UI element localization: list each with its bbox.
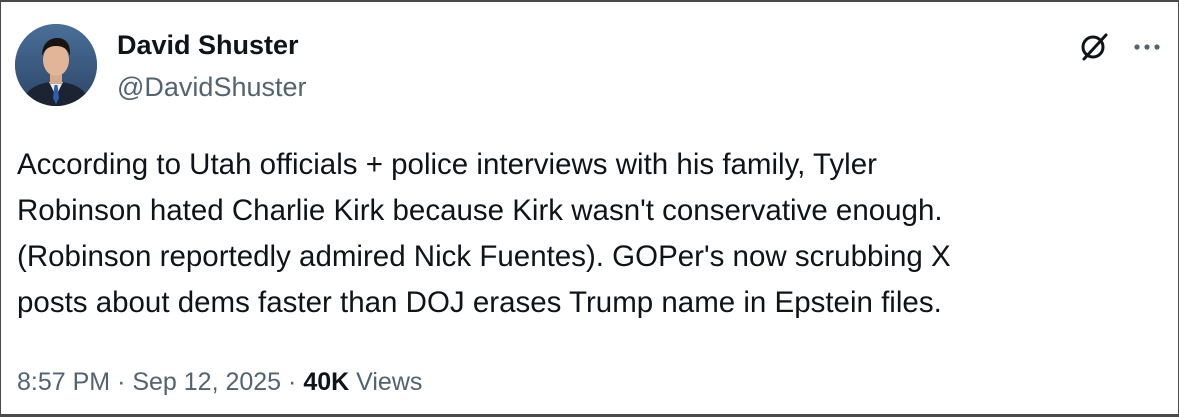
more-options-icon[interactable]: [1130, 30, 1164, 64]
meta-separator: ·: [288, 368, 297, 396]
tweet-text: According to Utah officials + police int…: [17, 142, 1167, 326]
tweet-text-line: posts about dems faster than DOJ erases …: [17, 286, 942, 319]
grok-icon[interactable]: [1077, 30, 1111, 64]
tweet-text-line: (Robinson reportedly admired Nick Fuente…: [17, 240, 951, 273]
author-display-name[interactable]: David Shuster: [117, 30, 299, 61]
avatar-photo-icon: [15, 24, 97, 106]
tweet-text-line: Robinson hated Charlie Kirk because Kirk…: [17, 194, 943, 227]
tweet-time[interactable]: 8:57 PM: [17, 368, 110, 396]
author-handle[interactable]: @DavidShuster: [117, 72, 307, 103]
author-avatar[interactable]: [15, 24, 97, 106]
views-count[interactable]: 40K: [303, 368, 349, 396]
tweet-card: David Shuster @DavidShuster According to…: [0, 0, 1179, 417]
tweet-meta: 8:57 PM · Sep 12, 2025 · 40K Views: [17, 368, 422, 397]
tweet-date[interactable]: Sep 12, 2025: [132, 368, 281, 396]
tweet-text-line: According to Utah officials + police int…: [17, 148, 877, 181]
meta-separator: ·: [117, 368, 126, 396]
views-label: Views: [356, 368, 423, 396]
